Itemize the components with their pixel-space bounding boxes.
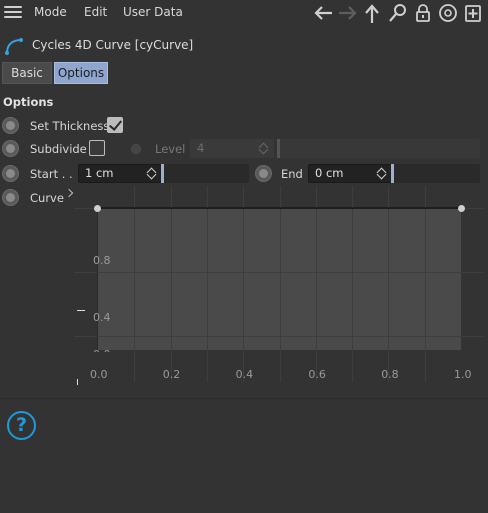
curve-graph[interactable]: 0.0 0.2 0.4 0.6 0.8 1.0 0.8 0.4 0.0 [74,186,484,382]
x-tick-label: 0.4 [235,368,254,381]
start-field[interactable]: 1 cm [78,164,162,183]
curve-expand-chevron-icon[interactable] [64,188,74,198]
menu-hamburger-icon[interactable] [4,6,22,20]
end-slider[interactable] [391,164,480,183]
grid-line-v [171,186,172,382]
start-spinner-icon[interactable] [146,166,157,181]
tab-basic[interactable]: Basic [2,62,52,84]
menu-mode[interactable]: Mode [34,5,67,19]
lock-icon[interactable] [414,3,432,23]
graph-marker [77,310,85,311]
start-label: Start . . [30,167,73,181]
subdivide-label: Subdivide [30,142,87,156]
up-arrow-icon[interactable] [362,3,382,25]
x-tick-label: 0.0 [90,368,108,381]
start-animate-radio[interactable] [2,165,19,182]
search-icon[interactable] [388,3,408,23]
grid-line-v [207,186,208,382]
curve-control-point[interactable] [93,204,101,212]
grid-line-v [425,186,426,382]
section-title-options: Options [3,95,54,109]
end-value: 0 cm [315,166,344,180]
target-icon[interactable] [438,3,458,23]
level-field: 4 [190,139,274,158]
grid-line-h [74,272,484,273]
start-value: 1 cm [85,166,114,180]
level-animate-radio [131,144,141,154]
x-tick-label: 0.8 [381,368,399,381]
menu-edit[interactable]: Edit [84,5,107,19]
new-panel-icon[interactable] [464,3,482,23]
y-tick-label: 0.0 [93,348,111,352]
y-axis [97,208,98,350]
level-value: 4 [197,141,205,155]
grid-line-v [134,186,135,382]
subdivide-animate-radio[interactable] [2,140,19,157]
end-field[interactable]: 0 cm [308,164,392,183]
level-spinner-icon [258,141,269,156]
curve-line [97,207,461,209]
set-thickness-label: Set Thickness [30,119,110,133]
help-icon[interactable]: ? [7,411,36,440]
x-tick-label: 0.6 [308,368,326,381]
y-tick-label: 0.4 [93,311,111,325]
end-slider-handle[interactable] [391,164,394,183]
menu-bar: Mode Edit User Data [0,0,488,26]
grid-line-v [316,186,317,382]
set-thickness-animate-radio[interactable] [2,117,19,134]
start-slider[interactable] [161,164,249,183]
tab-options[interactable]: Options [54,62,108,84]
curve-control-point[interactable] [457,204,465,212]
object-title-bar: Cycles 4D Curve [cyCurve] [0,34,488,56]
curve-plot-area[interactable] [97,208,461,350]
end-spinner-icon[interactable] [376,166,387,181]
grid-line-v [352,186,353,382]
curve-label: Curve [30,191,64,205]
y-tick-label: 0.8 [93,254,111,268]
spline-icon [5,38,23,55]
set-thickness-checkbox[interactable] [107,117,123,133]
back-arrow-icon[interactable] [312,3,334,23]
end-label: End [281,167,303,181]
level-label: Level [155,142,186,156]
forward-arrow-icon[interactable] [337,3,359,23]
grid-line-h [74,336,484,337]
grid-line-v [243,186,244,382]
menu-user-data[interactable]: User Data [123,5,183,19]
divider [0,398,488,399]
level-slider [277,139,480,158]
curve-animate-radio[interactable] [2,189,19,206]
subdivide-checkbox[interactable] [89,140,105,156]
level-slider-handle [277,139,280,158]
grid-line-v [280,186,281,382]
graph-marker [77,379,78,385]
x-tick-label: 0.2 [162,368,181,381]
x-tick-label: 1.0 [454,368,472,381]
end-animate-radio[interactable] [255,165,272,182]
object-title: Cycles 4D Curve [cyCurve] [32,38,194,52]
start-slider-handle[interactable] [161,164,164,183]
grid-line-v [388,186,389,382]
